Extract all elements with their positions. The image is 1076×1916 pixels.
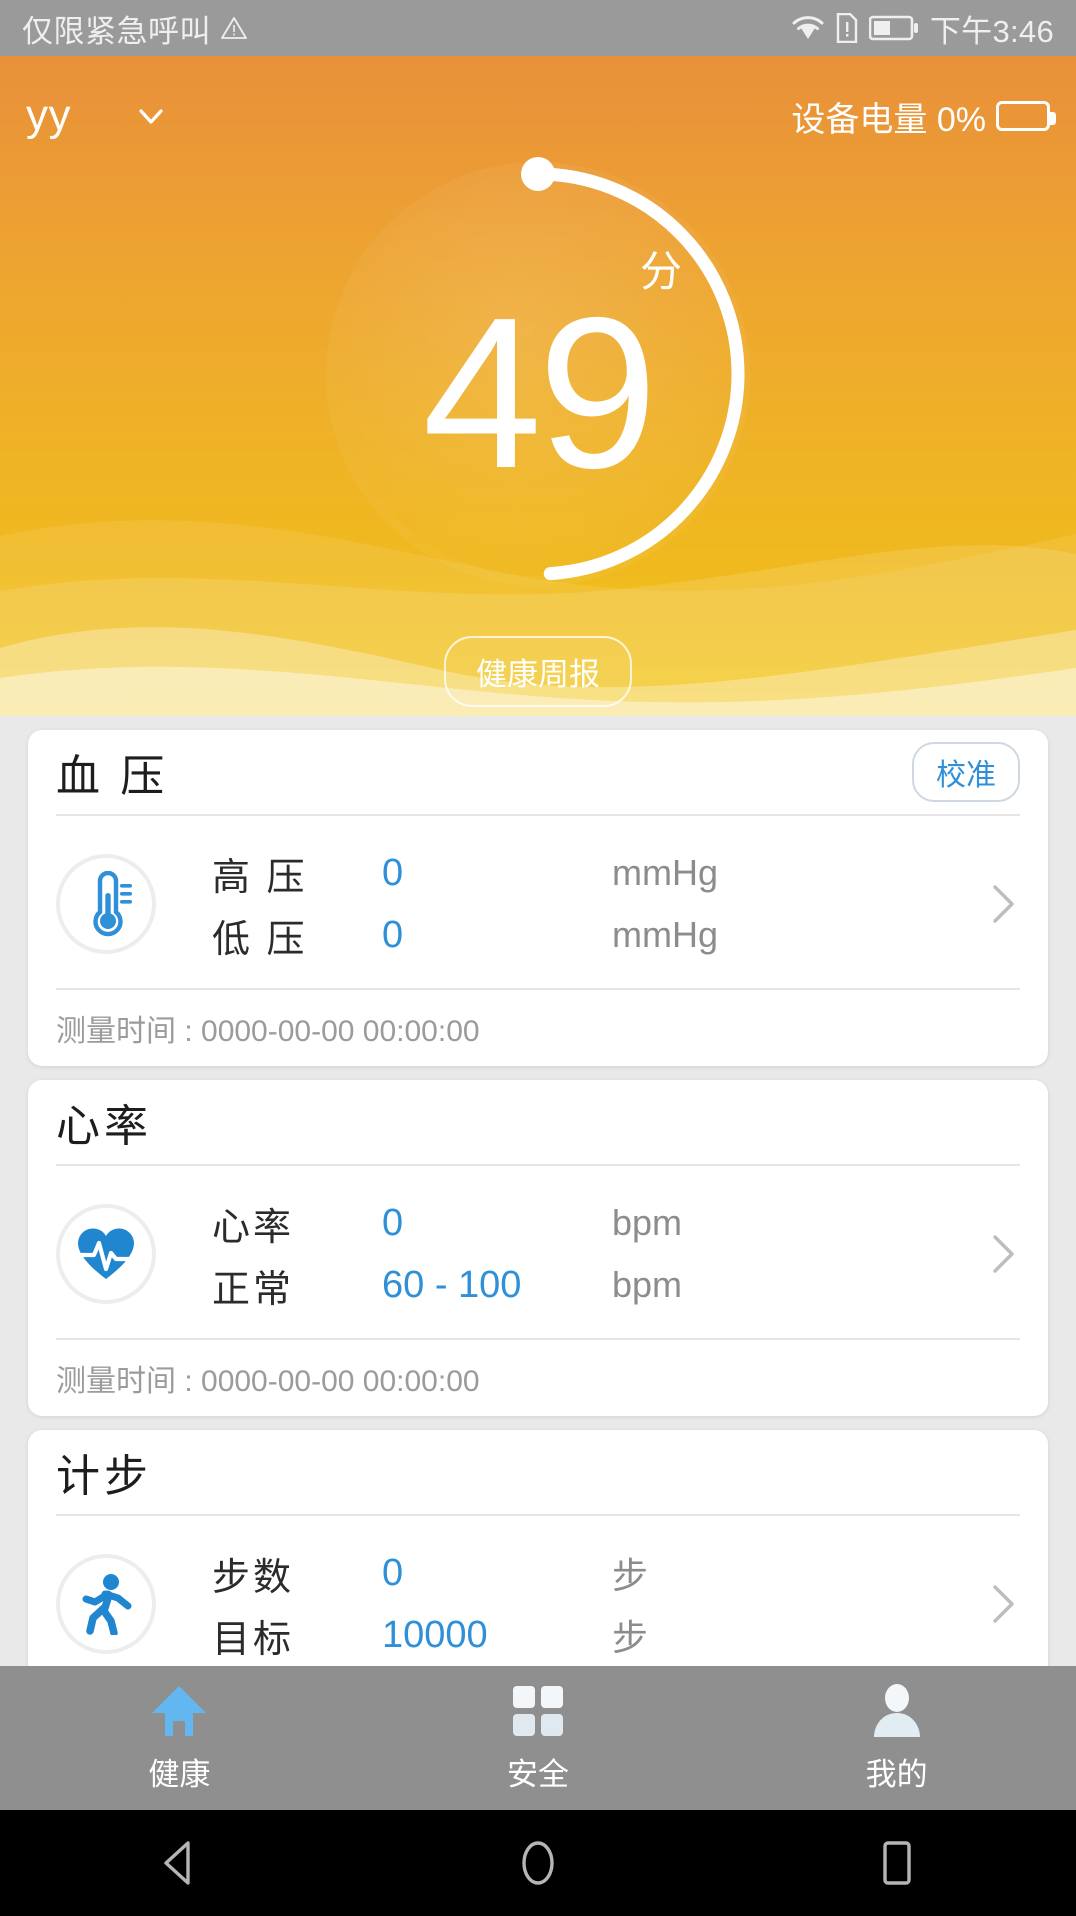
metric-unit: bpm bbox=[612, 1264, 683, 1305]
card-header: 心率 bbox=[56, 1080, 1020, 1166]
carrier-label: 仅限紧急呼叫 bbox=[22, 13, 211, 49]
tab-mine[interactable]: 我的 bbox=[717, 1666, 1076, 1810]
metric-value: 0 bbox=[382, 913, 404, 956]
tab-label: 安全 bbox=[507, 1756, 569, 1792]
status-bar: 仅限紧急呼叫 下午3:46 bbox=[0, 0, 1076, 56]
metric-label: 步数 bbox=[212, 1556, 295, 1599]
status-bar-clock: 下午3:46 bbox=[929, 13, 1054, 49]
metric-rows: 高 压 0 mmHg 低 压 0 mmHg bbox=[212, 842, 986, 966]
metric-unit: bpm bbox=[612, 1202, 683, 1243]
metric-row: 低 压 0 mmHg bbox=[212, 904, 986, 966]
health-cards-list[interactable]: 血 压 校准 高 压 0 mmHg 低 压 0 mmHg 测量时间: 0000… bbox=[0, 716, 1076, 1666]
metric-label: 正常 bbox=[212, 1268, 295, 1311]
weekly-report-button[interactable]: 健康周报 bbox=[444, 636, 632, 707]
thermometer-icon bbox=[56, 854, 156, 954]
metric-value: 0 bbox=[382, 851, 404, 894]
battery-outline-icon bbox=[996, 101, 1056, 131]
metric-value: 60 - 100 bbox=[382, 1263, 522, 1306]
card-body: 高 压 0 mmHg 低 压 0 mmHg bbox=[56, 816, 1020, 988]
tab-label: 健康 bbox=[148, 1756, 211, 1792]
card-title: 血 压 bbox=[56, 752, 169, 801]
metric-rows: 步数 0 步 目标 10000 步 bbox=[212, 1542, 986, 1666]
metric-value: 10000 bbox=[382, 1613, 488, 1656]
score-value: 49 bbox=[422, 271, 657, 513]
status-bar-left: 仅限紧急呼叫 bbox=[22, 6, 247, 51]
running-person-icon bbox=[56, 1554, 156, 1654]
metric-row: 心率 0 bpm bbox=[212, 1192, 986, 1254]
metric-label: 目标 bbox=[212, 1618, 295, 1661]
card-title: 心率 bbox=[56, 1102, 152, 1151]
tab-label: 我的 bbox=[865, 1756, 928, 1792]
metric-row: 目标 10000 步 bbox=[212, 1604, 986, 1666]
metric-unit: 步 bbox=[612, 1617, 649, 1658]
status-bar-right: 下午3:46 bbox=[791, 6, 1054, 51]
bottom-tab-bar[interactable]: 健康 安全 我的 bbox=[0, 1666, 1076, 1810]
metric-row: 步数 0 步 bbox=[212, 1542, 986, 1604]
metric-label: 低 压 bbox=[212, 918, 308, 961]
user-name-label[interactable]: yy bbox=[26, 91, 71, 141]
battery-icon bbox=[868, 15, 918, 41]
metric-unit: 步 bbox=[612, 1555, 649, 1596]
card-footer: 测量时间 : 0000-00-00 00:00:00 bbox=[56, 988, 1020, 1066]
device-battery-label: 设备电量 0% bbox=[791, 100, 986, 139]
wifi-icon bbox=[792, 16, 824, 39]
card-title: 计步 bbox=[56, 1452, 152, 1501]
device-battery-indicator: 设备电量 0% bbox=[791, 92, 1056, 141]
card-blood-pressure[interactable]: 血 压 校准 高 压 0 mmHg 低 压 0 mmHg 测量时间: 0000… bbox=[28, 730, 1048, 1066]
tab-safety[interactable]: 安全 bbox=[359, 1666, 718, 1810]
metric-row: 高 压 0 mmHg bbox=[212, 842, 986, 904]
metric-unit: mmHg bbox=[612, 852, 718, 893]
chevron-right-icon[interactable] bbox=[986, 881, 1020, 927]
grid-squares-icon bbox=[513, 1685, 563, 1736]
score-unit-label: 分 bbox=[639, 248, 682, 295]
metric-row: 正常 60 - 100 bpm bbox=[212, 1254, 986, 1316]
recents-square-icon[interactable] bbox=[837, 1828, 957, 1898]
card-body: 心率 0 bpm 正常 60 - 100 bpm bbox=[56, 1166, 1020, 1338]
heart-pulse-icon bbox=[56, 1204, 156, 1304]
card-header: 血 压 校准 bbox=[56, 730, 1020, 816]
warning-triangle-icon bbox=[221, 17, 247, 39]
chevron-right-icon[interactable] bbox=[986, 1231, 1020, 1277]
android-navigation-bar[interactable] bbox=[0, 1810, 1076, 1916]
card-heart-rate[interactable]: 心率 心率 0 bpm 正常 60 - 100 bpm 测量时间: 0000-… bbox=[28, 1080, 1048, 1416]
metric-label: 心率 bbox=[212, 1206, 295, 1249]
person-icon bbox=[873, 1683, 920, 1737]
card-body: 步数 0 步 目标 10000 步 bbox=[56, 1516, 1020, 1666]
card-header: 计步 bbox=[56, 1430, 1020, 1516]
card-footer: 测量时间 : 0000-00-00 00:00:00 bbox=[56, 1338, 1020, 1416]
metric-rows: 心率 0 bpm 正常 60 - 100 bpm bbox=[212, 1192, 986, 1316]
calibrate-button[interactable]: 校准 bbox=[912, 742, 1020, 802]
hero-header-row: yy 设备电量 0% bbox=[0, 56, 1076, 176]
metric-label: 高 压 bbox=[212, 856, 308, 899]
health-score-dial[interactable]: 49 分 bbox=[318, 154, 758, 594]
metric-value: 0 bbox=[382, 1551, 404, 1594]
metric-value: 0 bbox=[382, 1201, 404, 1244]
chevron-down-icon[interactable] bbox=[131, 96, 171, 136]
back-triangle-icon[interactable] bbox=[119, 1828, 239, 1898]
home-circle-icon[interactable] bbox=[478, 1828, 598, 1898]
card-step-counter[interactable]: 计步 步数 0 步 目标 10000 步 bbox=[28, 1430, 1048, 1666]
metric-unit: mmHg bbox=[612, 914, 718, 955]
score-value-wrap: 49 bbox=[318, 154, 758, 594]
sim-alert-icon bbox=[836, 13, 858, 43]
home-icon bbox=[152, 1685, 207, 1736]
hero-panel: yy 设备电量 0% 49 分 健康周报 bbox=[0, 56, 1076, 716]
phone-screen: 仅限紧急呼叫 下午3:46 yy 设备电量 0% 49 分 健康周报 血 压 校… bbox=[0, 0, 1076, 1916]
chevron-right-icon[interactable] bbox=[986, 1581, 1020, 1627]
tab-health[interactable]: 健康 bbox=[0, 1666, 359, 1810]
